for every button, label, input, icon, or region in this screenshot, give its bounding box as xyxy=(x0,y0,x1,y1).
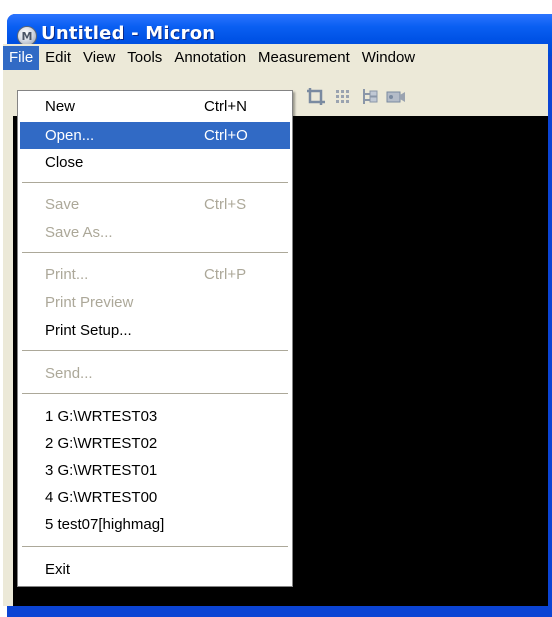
menu-item-recent-5[interactable]: 5 test07[highmag] xyxy=(20,511,290,538)
menu-item-save-as[interactable]: Save As... xyxy=(20,219,290,246)
menu-item-print-setup[interactable]: Print Setup... xyxy=(20,317,290,344)
menu-tools[interactable]: Tools xyxy=(121,46,168,70)
grid-icon[interactable] xyxy=(332,86,354,108)
menu-item-print-preview[interactable]: Print Preview xyxy=(20,289,290,316)
menu-separator xyxy=(22,182,288,183)
micron-app-icon[interactable]: M xyxy=(17,26,37,46)
file-menu-dropdown: New Ctrl+N Open... Ctrl+O Close Save Ctr… xyxy=(17,90,293,587)
menu-separator xyxy=(22,393,288,394)
menu-file[interactable]: File xyxy=(3,46,40,70)
window-title: Untitled - Micron xyxy=(41,23,216,44)
menu-separator xyxy=(22,350,288,351)
menu-item-close[interactable]: Close xyxy=(20,149,290,176)
menu-item-new[interactable]: New Ctrl+N xyxy=(20,93,290,120)
menu-item-open[interactable]: Open... Ctrl+O xyxy=(20,122,290,149)
menu-separator xyxy=(22,546,288,547)
camera-icon[interactable] xyxy=(385,86,407,108)
crop-icon[interactable] xyxy=(305,86,327,108)
left-edge-pane xyxy=(3,116,13,606)
menu-item-recent-2[interactable]: 2 G:\WRTEST02 xyxy=(20,430,290,457)
tree-icon[interactable] xyxy=(358,86,380,108)
menu-item-recent-1[interactable]: 1 G:\WRTEST03 xyxy=(20,403,290,430)
menu-item-send[interactable]: Send... xyxy=(20,360,290,387)
menu-view[interactable]: View xyxy=(77,46,121,70)
menu-item-print[interactable]: Print... Ctrl+P xyxy=(20,261,290,288)
menu-measurement[interactable]: Measurement xyxy=(252,46,356,70)
menu-annotation[interactable]: Annotation xyxy=(168,46,252,70)
menu-bar: File Edit View Tools Annotation Measurem… xyxy=(3,44,548,72)
menu-separator xyxy=(22,252,288,253)
menu-item-recent-3[interactable]: 3 G:\WRTEST01 xyxy=(20,457,290,484)
menu-edit[interactable]: Edit xyxy=(39,46,77,70)
menu-item-recent-4[interactable]: 4 G:\WRTEST00 xyxy=(20,484,290,511)
menu-item-exit[interactable]: Exit xyxy=(20,556,290,583)
menu-item-save[interactable]: Save Ctrl+S xyxy=(20,191,290,218)
menu-window[interactable]: Window xyxy=(356,46,421,70)
